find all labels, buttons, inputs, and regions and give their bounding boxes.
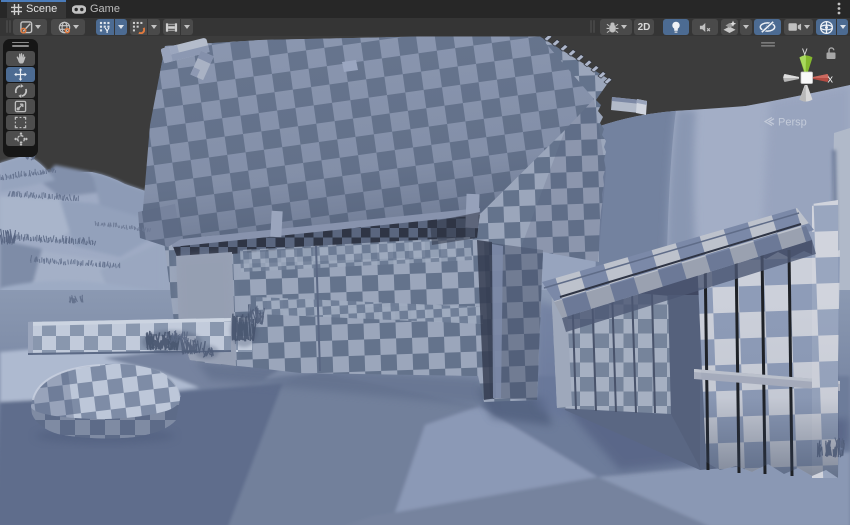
svg-text:x: x (828, 74, 834, 86)
svg-text:Persp: Persp (778, 117, 807, 129)
svg-text:Y: Y (104, 26, 109, 34)
